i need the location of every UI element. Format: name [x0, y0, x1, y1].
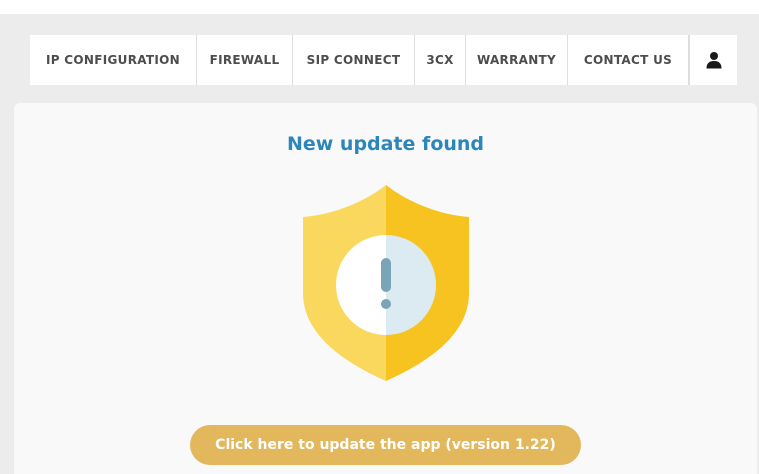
update-card: New update found Click here to update th… [14, 103, 757, 474]
user-account-button[interactable] [689, 35, 737, 85]
nav-ip-configuration[interactable]: IP CONFIGURATION [30, 35, 197, 85]
nav-warranty[interactable]: WARRANTY [466, 35, 568, 85]
update-app-button[interactable]: Click here to update the app (version 1.… [190, 425, 581, 465]
main-nav: IP CONFIGURATION FIREWALL SIP CONNECT 3C… [30, 35, 737, 85]
top-band [0, 0, 759, 14]
user-icon [706, 52, 721, 69]
nav-contact-us[interactable]: CONTACT US [568, 35, 689, 85]
shield-alert-icon [303, 185, 469, 381]
update-title: New update found [286, 133, 485, 155]
nav-firewall[interactable]: FIREWALL [197, 35, 293, 85]
nav-3cx[interactable]: 3CX [415, 35, 466, 85]
nav-sip-connect[interactable]: SIP CONNECT [293, 35, 415, 85]
